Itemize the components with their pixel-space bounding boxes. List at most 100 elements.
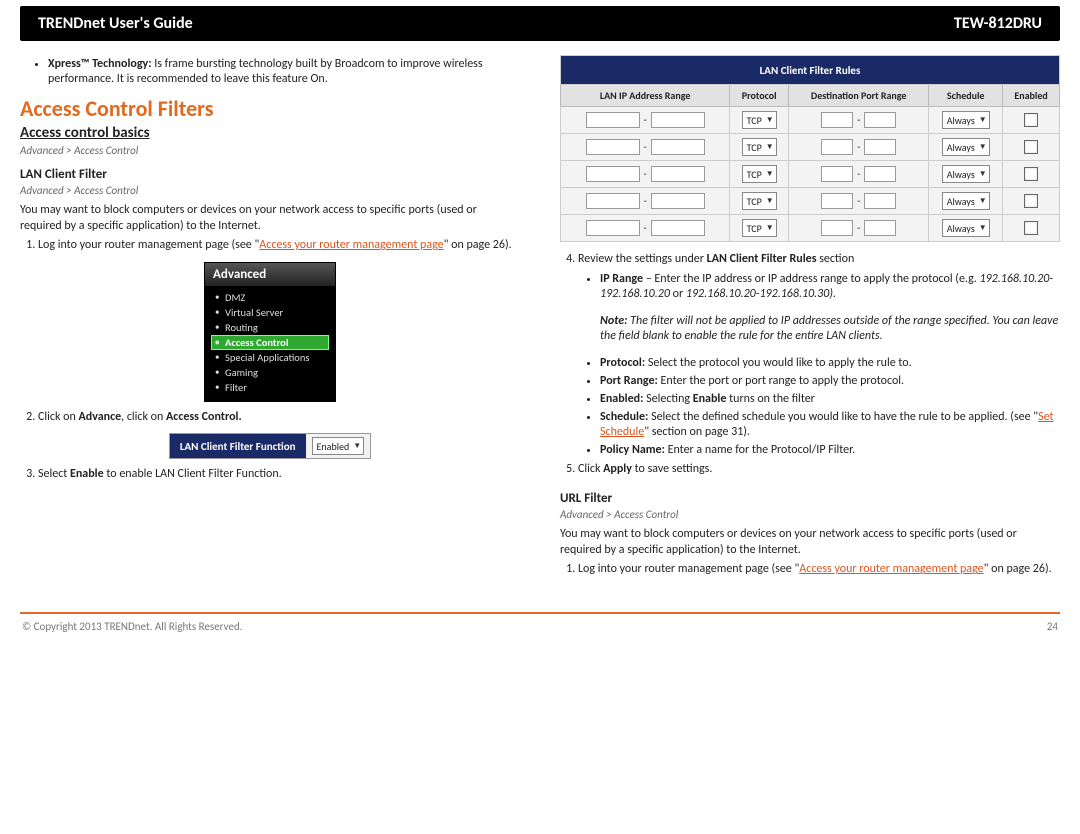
advanced-menu-item[interactable]: Special Applications [211,350,329,365]
port-from-input[interactable] [821,112,853,128]
table-row: -TCP▼-Always▼ [561,188,1060,215]
step-text: to save settings. [632,462,712,476]
step-text: , click on [121,410,166,424]
lcf-function-figure: LAN Client Filter Function Enabled ▼ [20,433,520,459]
enabled-checkbox[interactable] [1024,194,1038,208]
enabled-checkbox[interactable] [1024,113,1038,127]
bullet-label: Enabled: [600,392,643,406]
xpress-bullet: Xpress™ Technology: Is frame bursting te… [48,57,520,87]
lcf-function-bar: LAN Client Filter Function Enabled ▼ [169,433,371,459]
note-label: Note: [600,314,627,328]
ip-to-input[interactable] [651,220,705,236]
table-row: -TCP▼-Always▼ [561,134,1060,161]
ip-from-input[interactable] [586,220,640,236]
schedule-select[interactable]: Always▼ [942,111,990,129]
chevron-down-icon: ▼ [979,169,987,179]
chevron-down-icon: ▼ [766,142,774,152]
ip-to-input[interactable] [651,139,705,155]
ip-to-input[interactable] [651,112,705,128]
ip-from-input[interactable] [586,166,640,182]
port-to-input[interactable] [864,112,896,128]
left-column: Xpress™ Technology: Is frame bursting te… [20,55,520,582]
step-text: section [816,252,854,266]
bullet-protocol: Protocol: Select the protocol you would … [600,356,1060,371]
schedule-select[interactable]: Always▼ [942,165,990,183]
schedule-select[interactable]: Always▼ [942,219,990,237]
port-to-input[interactable] [864,166,896,182]
breadcrumb: Advanced > Access Control [20,144,520,157]
advanced-menu-item[interactable]: DMZ [211,290,329,305]
bullet-italic: 192.168.10.20-192.168.10.30). [686,287,836,301]
xpress-label: Xpress™ Technology: [48,57,152,71]
ip-to-input[interactable] [651,166,705,182]
advanced-menu-item[interactable]: Virtual Server [211,305,329,320]
schedule-select[interactable]: Always▼ [942,138,990,156]
enabled-checkbox[interactable] [1024,140,1038,154]
bullet-text: " section on page 31). [644,425,750,439]
guide-title: TRENDnet User's Guide [38,14,193,33]
step-bold: Enable [70,467,104,481]
schedule-select[interactable]: Always▼ [942,192,990,210]
step-text: to enable LAN Client Filter Function. [104,467,282,481]
bullet-text: Enter the port or port range to apply th… [658,374,904,388]
col-port-range: Destination Port Range [789,85,929,107]
bullet-schedule: Schedule: Select the defined schedule yo… [600,410,1060,440]
ip-from-input[interactable] [586,139,640,155]
access-router-link[interactable]: Access your router management page [799,562,983,576]
url-step-1: Log into your router management page (se… [578,562,1060,578]
bullet-label: Protocol: [600,356,645,370]
model-number: TEW-812DRU [954,14,1042,33]
access-router-link[interactable]: Access your router management page [259,238,443,252]
col-enabled: Enabled [1003,85,1060,107]
protocol-select[interactable]: TCP▼ [742,219,777,237]
bullet-text: – Enter the IP address or IP address ran… [643,272,979,286]
enabled-checkbox[interactable] [1024,221,1038,235]
port-from-input[interactable] [821,220,853,236]
bullet-label: Schedule: [600,410,648,424]
enabled-checkbox[interactable] [1024,167,1038,181]
table-row: -TCP▼-Always▼ [561,107,1060,134]
rules-table-title: LAN Client Filter Rules [561,56,1060,85]
bullet-policy-name: Policy Name: Enter a name for the Protoc… [600,443,1060,458]
step-3: Select Enable to enable LAN Client Filte… [38,467,520,483]
url-filter-heading: URL Filter [560,491,1060,506]
ip-from-input[interactable] [586,112,640,128]
protocol-select[interactable]: TCP▼ [742,138,777,156]
advanced-menu-item[interactable]: Gaming [211,365,329,380]
bullet-text: turns on the filter [726,392,814,406]
port-to-input[interactable] [864,193,896,209]
bullet-text: or [670,287,686,301]
step-text: " on page 26). [984,562,1052,576]
advanced-menu-item[interactable]: Filter [211,380,329,395]
port-from-input[interactable] [821,193,853,209]
col-protocol: Protocol [730,85,789,107]
port-to-input[interactable] [864,139,896,155]
protocol-select[interactable]: TCP▼ [742,111,777,129]
bullet-label: Policy Name: [600,443,665,457]
port-from-input[interactable] [821,139,853,155]
bullet-text: Select the protocol you would like to ap… [645,356,912,370]
copyright-text: © Copyright 2013 TRENDnet. All Rights Re… [22,620,243,633]
advanced-menu-item[interactable]: Access Control [211,335,329,350]
lcf-function-label: LAN Client Filter Function [170,434,306,458]
bullet-label: Port Range: [600,374,658,388]
ip-from-input[interactable] [586,193,640,209]
step-1: Log into your router management page (se… [38,238,520,254]
ip-to-input[interactable] [651,193,705,209]
port-from-input[interactable] [821,166,853,182]
port-to-input[interactable] [864,220,896,236]
breadcrumb: Advanced > Access Control [20,184,520,197]
advanced-menu-item[interactable]: Routing [211,320,329,335]
step-text: Select [38,467,70,481]
step-bold: Apply [603,462,632,476]
advanced-menu-title: Advanced [205,263,335,286]
step-bold: LAN Client Filter Rules [707,252,817,266]
header-bar: TRENDnet User's Guide TEW-812DRU [20,6,1060,41]
protocol-select[interactable]: TCP▼ [742,192,777,210]
protocol-select[interactable]: TCP▼ [742,165,777,183]
step-bold: Access Control. [166,410,242,424]
page-number: 24 [1047,620,1058,633]
url-filter-intro: You may want to block computers or devic… [560,527,1060,558]
lcf-function-select[interactable]: Enabled ▼ [312,437,365,455]
lan-filter-intro: You may want to block computers or devic… [20,203,520,234]
